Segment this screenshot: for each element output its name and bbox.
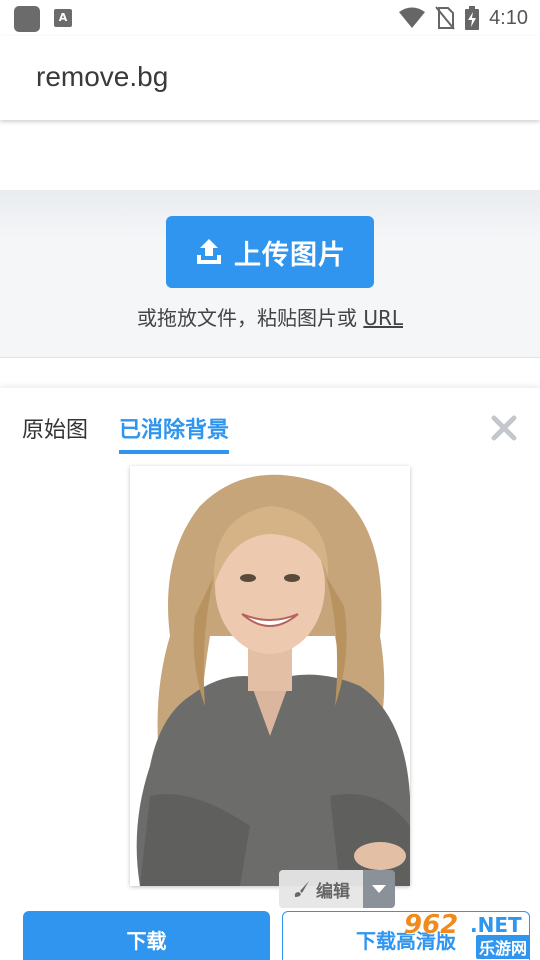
no-sim-icon	[435, 6, 455, 30]
upload-button-label: 上传图片	[234, 239, 346, 271]
edit-button-label: 编辑	[316, 881, 350, 902]
upload-icon	[197, 239, 221, 264]
status-bar: A 4:10	[0, 0, 540, 36]
clock: 4:10	[489, 6, 528, 29]
app-bar: remove.bg	[0, 36, 540, 120]
upload-image-button[interactable]: 上传图片	[166, 216, 374, 288]
watermark-site: 乐游网	[476, 935, 531, 959]
url-link[interactable]: URL	[363, 306, 403, 330]
wifi-icon	[399, 7, 426, 28]
download-button[interactable]: 下载	[23, 911, 270, 960]
watermark-brand: 962	[404, 910, 459, 940]
watermark-net: .NET	[470, 913, 522, 937]
upload-hint-text: 或拖放文件，粘贴图片或	[136, 306, 357, 330]
accessibility-icon: A	[54, 9, 72, 27]
site-watermark: 962 .NET 乐游网	[404, 910, 534, 959]
tab-background-removed[interactable]: 已消除背景	[119, 412, 230, 454]
battery-charging-icon	[465, 6, 480, 30]
close-icon[interactable]	[490, 414, 518, 442]
edit-dropdown-button[interactable]	[363, 870, 395, 908]
result-card: 原始图 已消除背景 编辑	[0, 388, 540, 960]
app-notification-icon	[14, 6, 40, 32]
upload-hint: 或拖放文件，粘贴图片或 URL	[0, 302, 540, 331]
chevron-down-icon	[372, 885, 386, 893]
download-button-label: 下载	[126, 928, 167, 953]
portrait-photo	[136, 474, 410, 886]
result-image	[130, 466, 410, 886]
page-title: remove.bg	[36, 61, 169, 92]
upload-area[interactable]: 上传图片 或拖放文件，粘贴图片或 URL	[0, 190, 540, 358]
brush-icon	[294, 881, 309, 897]
tab-original[interactable]: 原始图	[22, 412, 88, 444]
edit-button[interactable]: 编辑	[279, 870, 395, 908]
